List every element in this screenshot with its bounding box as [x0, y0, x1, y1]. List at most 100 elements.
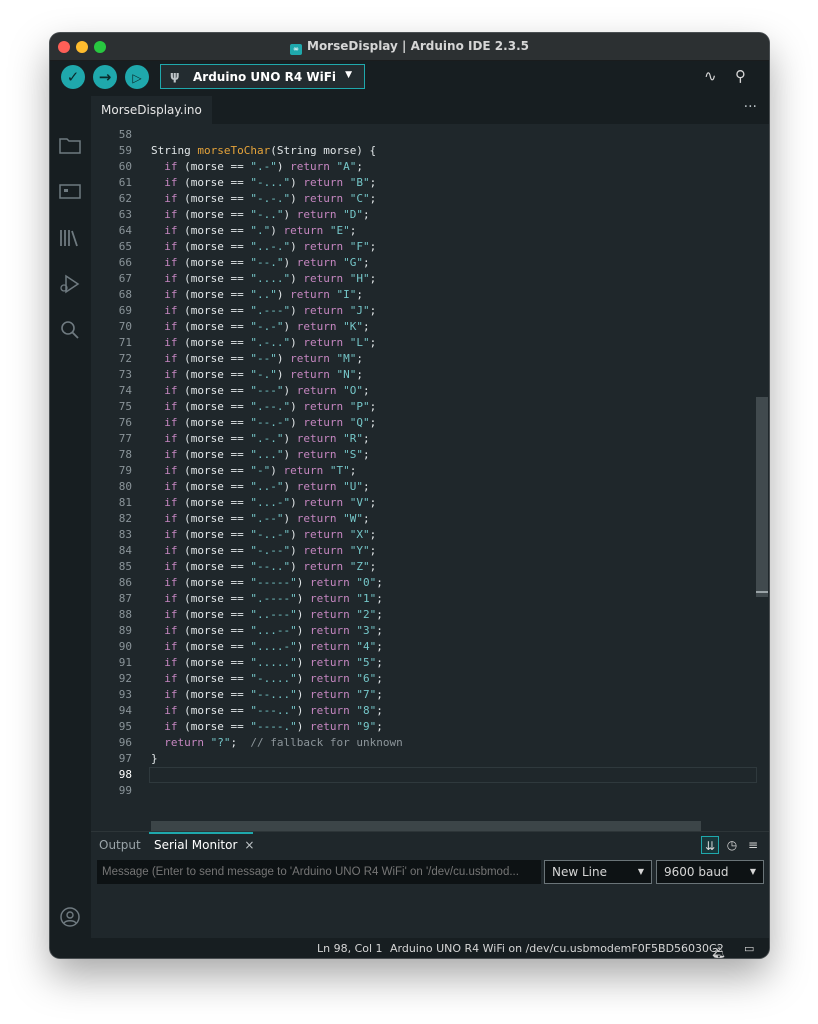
debug-button[interactable]: ▷ — [125, 65, 149, 89]
code-line[interactable]: if (morse == "-.-.") return "C"; — [151, 191, 376, 207]
debug-icon[interactable] — [58, 274, 82, 298]
code-line[interactable]: if (morse == "-..") return "D"; — [151, 207, 369, 223]
line-number: 60 — [118, 160, 132, 173]
code-line[interactable]: if (morse == "-...") return "B"; — [151, 175, 376, 191]
code-line[interactable]: if (morse == ".") return "E"; — [151, 223, 356, 239]
folder-icon[interactable] — [58, 136, 82, 160]
line-number: 85 — [118, 560, 132, 573]
line-number: 81 — [118, 496, 132, 509]
line-number: 63 — [118, 208, 132, 221]
code-line[interactable]: if (morse == "--.-") return "Q"; — [151, 415, 376, 431]
more-icon[interactable]: ··· — [744, 99, 757, 115]
code-line[interactable]: String morseToChar(String morse) { — [151, 143, 376, 159]
board-selector[interactable]: ψ Arduino UNO R4 WiFi ▼ — [160, 64, 365, 89]
line-number: 69 — [118, 304, 132, 317]
panel-toggle-icon[interactable]: ▭ — [744, 942, 754, 955]
title-bar: ∞ MorseDisplay | Arduino IDE 2.3.5 — [50, 33, 769, 61]
line-number: 62 — [118, 192, 132, 205]
code-line[interactable]: if (morse == "--") return "M"; — [151, 351, 363, 367]
line-number: 71 — [118, 336, 132, 349]
code-line[interactable]: if (morse == "-....") return "6"; — [151, 671, 383, 687]
serial-message-row: New Line ▼ 9600 baud ▼ — [91, 860, 769, 886]
vertical-scrollbar[interactable] — [756, 397, 768, 597]
code-line[interactable]: if (morse == "-----") return "0"; — [151, 575, 383, 591]
search-icon[interactable] — [58, 320, 82, 344]
ide-window: ∞ MorseDisplay | Arduino IDE 2.3.5 ✓ → ▷ … — [50, 33, 769, 958]
close-icon[interactable]: × — [244, 838, 254, 852]
code-line[interactable]: return "?"; // fallback for unknown — [151, 735, 402, 751]
line-number: 92 — [118, 672, 132, 685]
code-line[interactable]: if (morse == "----.") return "9"; — [151, 719, 383, 735]
code-line[interactable]: if (morse == ".....") return "5"; — [151, 655, 383, 671]
clock-icon[interactable]: ◷ — [723, 836, 741, 854]
arduino-app-icon: ∞ — [290, 44, 302, 55]
cursor-position[interactable]: Ln 98, Col 1 — [317, 942, 383, 955]
board-port-status[interactable]: Arduino UNO R4 WiFi on /dev/cu.usbmodemF… — [390, 942, 724, 955]
line-ending-select[interactable]: New Line ▼ — [544, 860, 652, 884]
code-line[interactable]: if (morse == "--..") return "Z"; — [151, 559, 376, 575]
line-number: 93 — [118, 688, 132, 701]
code-line[interactable]: if (morse == "-..-") return "X"; — [151, 527, 376, 543]
code-line[interactable]: if (morse == "-.-") return "K"; — [151, 319, 369, 335]
code-line[interactable]: if (morse == ".---") return "J"; — [151, 303, 376, 319]
line-number: 99 — [118, 784, 132, 797]
autoscroll-icon[interactable]: ⇊ — [701, 836, 719, 854]
scrollbar-cursor-marker — [756, 591, 768, 593]
status-bar: Ln 98, Col 1 Arduino UNO R4 WiFi on /dev… — [50, 938, 769, 958]
code-line[interactable]: if (morse == ".--") return "W"; — [151, 511, 369, 527]
code-line[interactable]: if (morse == "..-.") return "F"; — [151, 239, 376, 255]
line-number: 70 — [118, 320, 132, 333]
code-line[interactable]: if (morse == "....-") return "4"; — [151, 639, 383, 655]
code-line[interactable]: if (morse == "---..") return "8"; — [151, 703, 383, 719]
board-icon[interactable] — [58, 182, 82, 206]
code-editor[interactable]: 58 59 60 61 62 63 64 65 66 67 68 69 70 71 72 73 74 75 76 77… — [91, 124, 769, 831]
code-line[interactable]: if (morse == ".-..") return "L"; — [151, 335, 376, 351]
baud-rate-value: 9600 baud — [664, 865, 729, 879]
code-line[interactable]: if (morse == ".-.") return "R"; — [151, 431, 369, 447]
pulse-icon[interactable]: ∿ — [704, 67, 717, 85]
tab-output[interactable]: Output — [99, 832, 141, 858]
code-line[interactable]: if (morse == ".--.") return "P"; — [151, 399, 376, 415]
account-icon[interactable] — [58, 906, 82, 930]
code-line[interactable]: if (morse == "....") return "H"; — [151, 271, 376, 287]
code-line[interactable]: if (morse == "-.") return "N"; — [151, 367, 363, 383]
line-number: 61 — [118, 176, 132, 189]
code-line[interactable]: if (morse == "..---") return "2"; — [151, 607, 383, 623]
code-line[interactable]: if (morse == "---") return "O"; — [151, 383, 369, 399]
baud-rate-select[interactable]: 9600 baud ▼ — [656, 860, 764, 884]
horizontal-scrollbar[interactable] — [151, 821, 701, 831]
verify-button[interactable]: ✓ — [61, 65, 85, 89]
arrow-right-icon: → — [98, 68, 112, 86]
code-line[interactable]: if (morse == ".----") return "1"; — [151, 591, 383, 607]
magnifier-icon[interactable]: ⚲ — [735, 67, 746, 85]
line-number: 77 — [118, 432, 132, 445]
code-line[interactable]: if (morse == ".-") return "A"; — [151, 159, 363, 175]
code-line[interactable]: if (morse == "...") return "S"; — [151, 447, 369, 463]
line-number-gutter: 58 59 60 61 62 63 64 65 66 67 68 69 70 71 72 73 74 75 76 77… — [91, 124, 139, 831]
code-line[interactable]: if (morse == "..-") return "U"; — [151, 479, 369, 495]
notification-count-value: 2 — [712, 946, 719, 958]
line-number: 97 — [118, 752, 132, 765]
line-number: 84 — [118, 544, 132, 557]
code-line[interactable]: if (morse == "-.--") return "Y"; — [151, 543, 376, 559]
code-line[interactable]: if (morse == "--...") return "7"; — [151, 687, 383, 703]
line-number: 79 — [118, 464, 132, 477]
code-line[interactable]: } — [151, 751, 158, 767]
tab-serial-monitor[interactable]: Serial Monitor × — [154, 832, 254, 858]
code-line[interactable]: if (morse == "...-") return "V"; — [151, 495, 376, 511]
clear-icon[interactable]: ≡ — [744, 836, 762, 854]
upload-button[interactable]: → — [93, 65, 117, 89]
current-line-highlight — [149, 767, 757, 783]
tab-morsedisplay-ino[interactable]: MorseDisplay.ino — [91, 96, 212, 124]
code-line[interactable]: if (morse == "-") return "T"; — [151, 463, 356, 479]
code-line[interactable]: if (morse == "..") return "I"; — [151, 287, 363, 303]
code-line[interactable]: if (morse == "...--") return "3"; — [151, 623, 383, 639]
board-name: Arduino UNO R4 WiFi — [193, 70, 337, 84]
activity-sidebar — [50, 96, 91, 938]
line-number: 59 — [118, 144, 132, 157]
code-line[interactable]: if (morse == "--.") return "G"; — [151, 255, 369, 271]
editor-tabs: MorseDisplay.ino ··· — [91, 96, 769, 124]
serial-message-input[interactable] — [97, 860, 541, 884]
chevron-down-icon: ▼ — [345, 70, 352, 80]
library-icon[interactable] — [58, 228, 82, 252]
